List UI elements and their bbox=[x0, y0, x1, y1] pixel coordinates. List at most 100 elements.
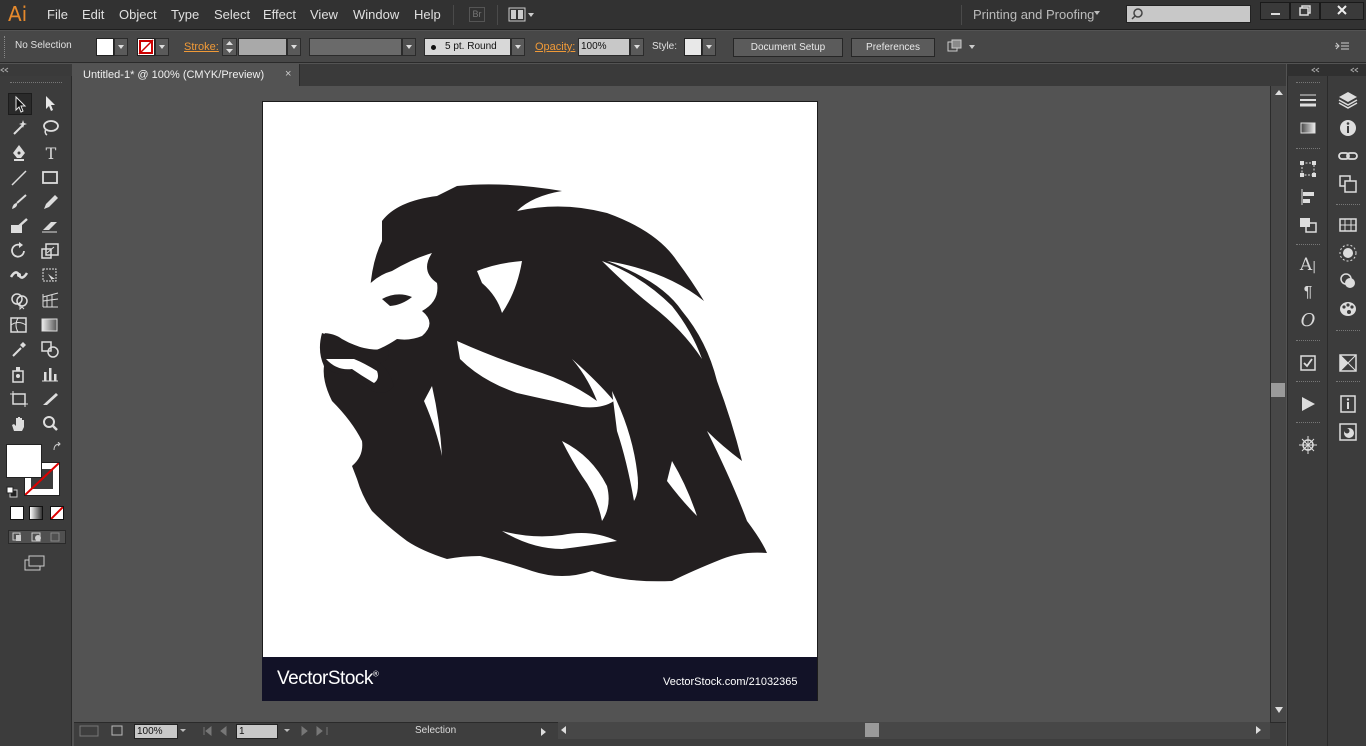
stroke-weight-stepper[interactable] bbox=[222, 38, 237, 56]
artboard-tool-icon[interactable] bbox=[8, 389, 32, 411]
paragraph-panel-icon[interactable]: ¶ bbox=[1297, 282, 1319, 304]
free-transform-tool-icon[interactable] bbox=[39, 265, 63, 287]
opacity-dropdown[interactable] bbox=[630, 38, 644, 56]
transform-panel-icon[interactable] bbox=[1297, 158, 1319, 180]
eyedropper-tool-icon[interactable] bbox=[8, 339, 32, 361]
info-panel-icon[interactable] bbox=[1337, 117, 1359, 139]
blend-tool-icon[interactable] bbox=[39, 339, 63, 361]
arrange-documents-icon[interactable] bbox=[508, 7, 536, 23]
minimize-button[interactable] bbox=[1260, 2, 1290, 20]
paintbrush-tool-icon[interactable] bbox=[8, 192, 32, 214]
brush-dropdown[interactable] bbox=[511, 38, 525, 56]
document-setup-button[interactable]: Document Setup bbox=[733, 38, 843, 57]
drawing-modes[interactable] bbox=[8, 530, 66, 544]
variable-width-dropdown[interactable] bbox=[402, 38, 416, 56]
swatches-panel-icon[interactable] bbox=[1337, 214, 1359, 236]
stroke-panel-icon[interactable] bbox=[1297, 89, 1319, 111]
shape-builder-tool-icon[interactable] bbox=[8, 290, 32, 312]
zoom-level-input[interactable]: 100% bbox=[134, 724, 178, 739]
blob-brush-tool-icon[interactable] bbox=[8, 216, 32, 238]
menu-effect[interactable]: Effect bbox=[263, 7, 296, 22]
stroke-dropdown[interactable] bbox=[155, 38, 169, 56]
perspective-grid-tool-icon[interactable] bbox=[39, 290, 63, 312]
gradient-tool-icon[interactable] bbox=[39, 315, 63, 337]
rectangle-tool-icon[interactable] bbox=[39, 168, 63, 190]
stroke-weight-dropdown[interactable] bbox=[287, 38, 301, 56]
scale-tool-icon[interactable] bbox=[39, 241, 63, 263]
vertical-scrollbar[interactable] bbox=[1270, 86, 1286, 722]
appearance-panel-icon[interactable] bbox=[1337, 421, 1359, 443]
symbol-sprayer-tool-icon[interactable] bbox=[8, 364, 32, 386]
attributes-panel-icon[interactable] bbox=[1297, 352, 1319, 374]
type-tool-icon[interactable]: T bbox=[39, 143, 63, 165]
menu-view[interactable]: View bbox=[310, 7, 338, 22]
search-input[interactable] bbox=[1126, 5, 1251, 23]
toolbar-header[interactable] bbox=[0, 64, 72, 76]
menu-help[interactable]: Help bbox=[414, 7, 441, 22]
graphic-style-swatch[interactable] bbox=[684, 38, 702, 56]
default-colors-icon[interactable] bbox=[6, 486, 18, 498]
links-panel-icon[interactable] bbox=[1337, 145, 1359, 167]
actions-panel-icon[interactable] bbox=[1297, 393, 1319, 415]
hand-tool-icon[interactable] bbox=[8, 414, 32, 436]
symbols-panel-icon[interactable] bbox=[1337, 270, 1359, 292]
document-tab[interactable]: Untitled-1* @ 100% (CMYK/Preview) × bbox=[74, 64, 300, 86]
document-info-panel-icon[interactable] bbox=[1337, 393, 1359, 415]
zoom-tool-icon[interactable] bbox=[39, 414, 63, 436]
menu-window[interactable]: Window bbox=[353, 7, 399, 22]
stroke-weight-input[interactable] bbox=[238, 38, 287, 56]
column-graph-tool-icon[interactable] bbox=[39, 364, 63, 386]
slice-tool-icon[interactable] bbox=[39, 389, 63, 411]
menu-file[interactable]: File bbox=[47, 7, 68, 22]
opacity-input[interactable]: 100% bbox=[578, 38, 630, 56]
gradient-mode-button[interactable] bbox=[29, 506, 43, 520]
menu-type[interactable]: Type bbox=[171, 7, 199, 22]
variable-width-profile[interactable] bbox=[309, 38, 402, 56]
chevron-down-icon[interactable] bbox=[1094, 11, 1100, 15]
graphic-styles-panel-icon[interactable] bbox=[1337, 298, 1359, 320]
artboards-panel-icon[interactable] bbox=[1337, 173, 1359, 195]
fill-color-box[interactable] bbox=[6, 444, 42, 478]
screen-mode-icon[interactable] bbox=[23, 554, 47, 572]
opentype-panel-icon[interactable]: O bbox=[1297, 310, 1319, 332]
selection-tool-icon[interactable] bbox=[8, 93, 32, 115]
horizontal-scroll-thumb[interactable] bbox=[865, 723, 879, 737]
panel-menu-icon[interactable] bbox=[1334, 40, 1350, 52]
character-panel-icon[interactable]: A| bbox=[1297, 254, 1319, 276]
line-segment-tool-icon[interactable] bbox=[8, 168, 32, 190]
stroke-swatch[interactable] bbox=[137, 38, 155, 56]
transparency-panel-icon[interactable] bbox=[1337, 352, 1359, 374]
arrange-objects-icon[interactable] bbox=[946, 38, 978, 56]
preferences-button[interactable]: Preferences bbox=[851, 38, 935, 57]
mesh-tool-icon[interactable] bbox=[8, 315, 32, 337]
pathfinder-panel-icon[interactable] bbox=[1297, 214, 1319, 236]
layers-panel-icon[interactable] bbox=[1337, 89, 1359, 111]
none-mode-button[interactable] bbox=[50, 506, 64, 520]
stroke-label[interactable]: Stroke: bbox=[184, 41, 219, 53]
swap-fill-stroke-icon[interactable] bbox=[52, 442, 64, 454]
vertical-scroll-thumb[interactable] bbox=[1271, 383, 1285, 397]
workspace-switcher[interactable]: Printing and Proofing bbox=[973, 7, 1094, 22]
gradient-panel-icon[interactable] bbox=[1297, 117, 1319, 139]
menu-select[interactable]: Select bbox=[214, 7, 250, 22]
pen-tool-icon[interactable] bbox=[8, 143, 32, 165]
fill-swatch[interactable] bbox=[96, 38, 114, 56]
magic-wand-tool-icon[interactable] bbox=[8, 118, 32, 140]
horizontal-scrollbar[interactable] bbox=[558, 722, 1270, 739]
close-tab-icon[interactable]: × bbox=[285, 68, 291, 80]
navigator-panel-icon[interactable] bbox=[1297, 434, 1319, 456]
menu-object[interactable]: Object bbox=[119, 7, 157, 22]
menu-edit[interactable]: Edit bbox=[82, 7, 104, 22]
eraser-tool-icon[interactable] bbox=[39, 216, 63, 238]
bridge-button[interactable]: Br bbox=[469, 7, 485, 22]
close-button[interactable] bbox=[1320, 2, 1364, 20]
direct-selection-tool-icon[interactable] bbox=[39, 93, 63, 115]
color-mode-button[interactable] bbox=[10, 506, 24, 520]
align-panel-icon[interactable] bbox=[1297, 186, 1319, 208]
opacity-label[interactable]: Opacity: bbox=[535, 41, 575, 53]
status-menu-icon[interactable] bbox=[540, 728, 548, 736]
artboard-number-input[interactable]: 1 bbox=[236, 724, 278, 739]
brush-definition[interactable]: 5 pt. Round bbox=[424, 38, 511, 56]
lasso-tool-icon[interactable] bbox=[39, 118, 63, 140]
graphic-style-dropdown[interactable] bbox=[702, 38, 716, 56]
